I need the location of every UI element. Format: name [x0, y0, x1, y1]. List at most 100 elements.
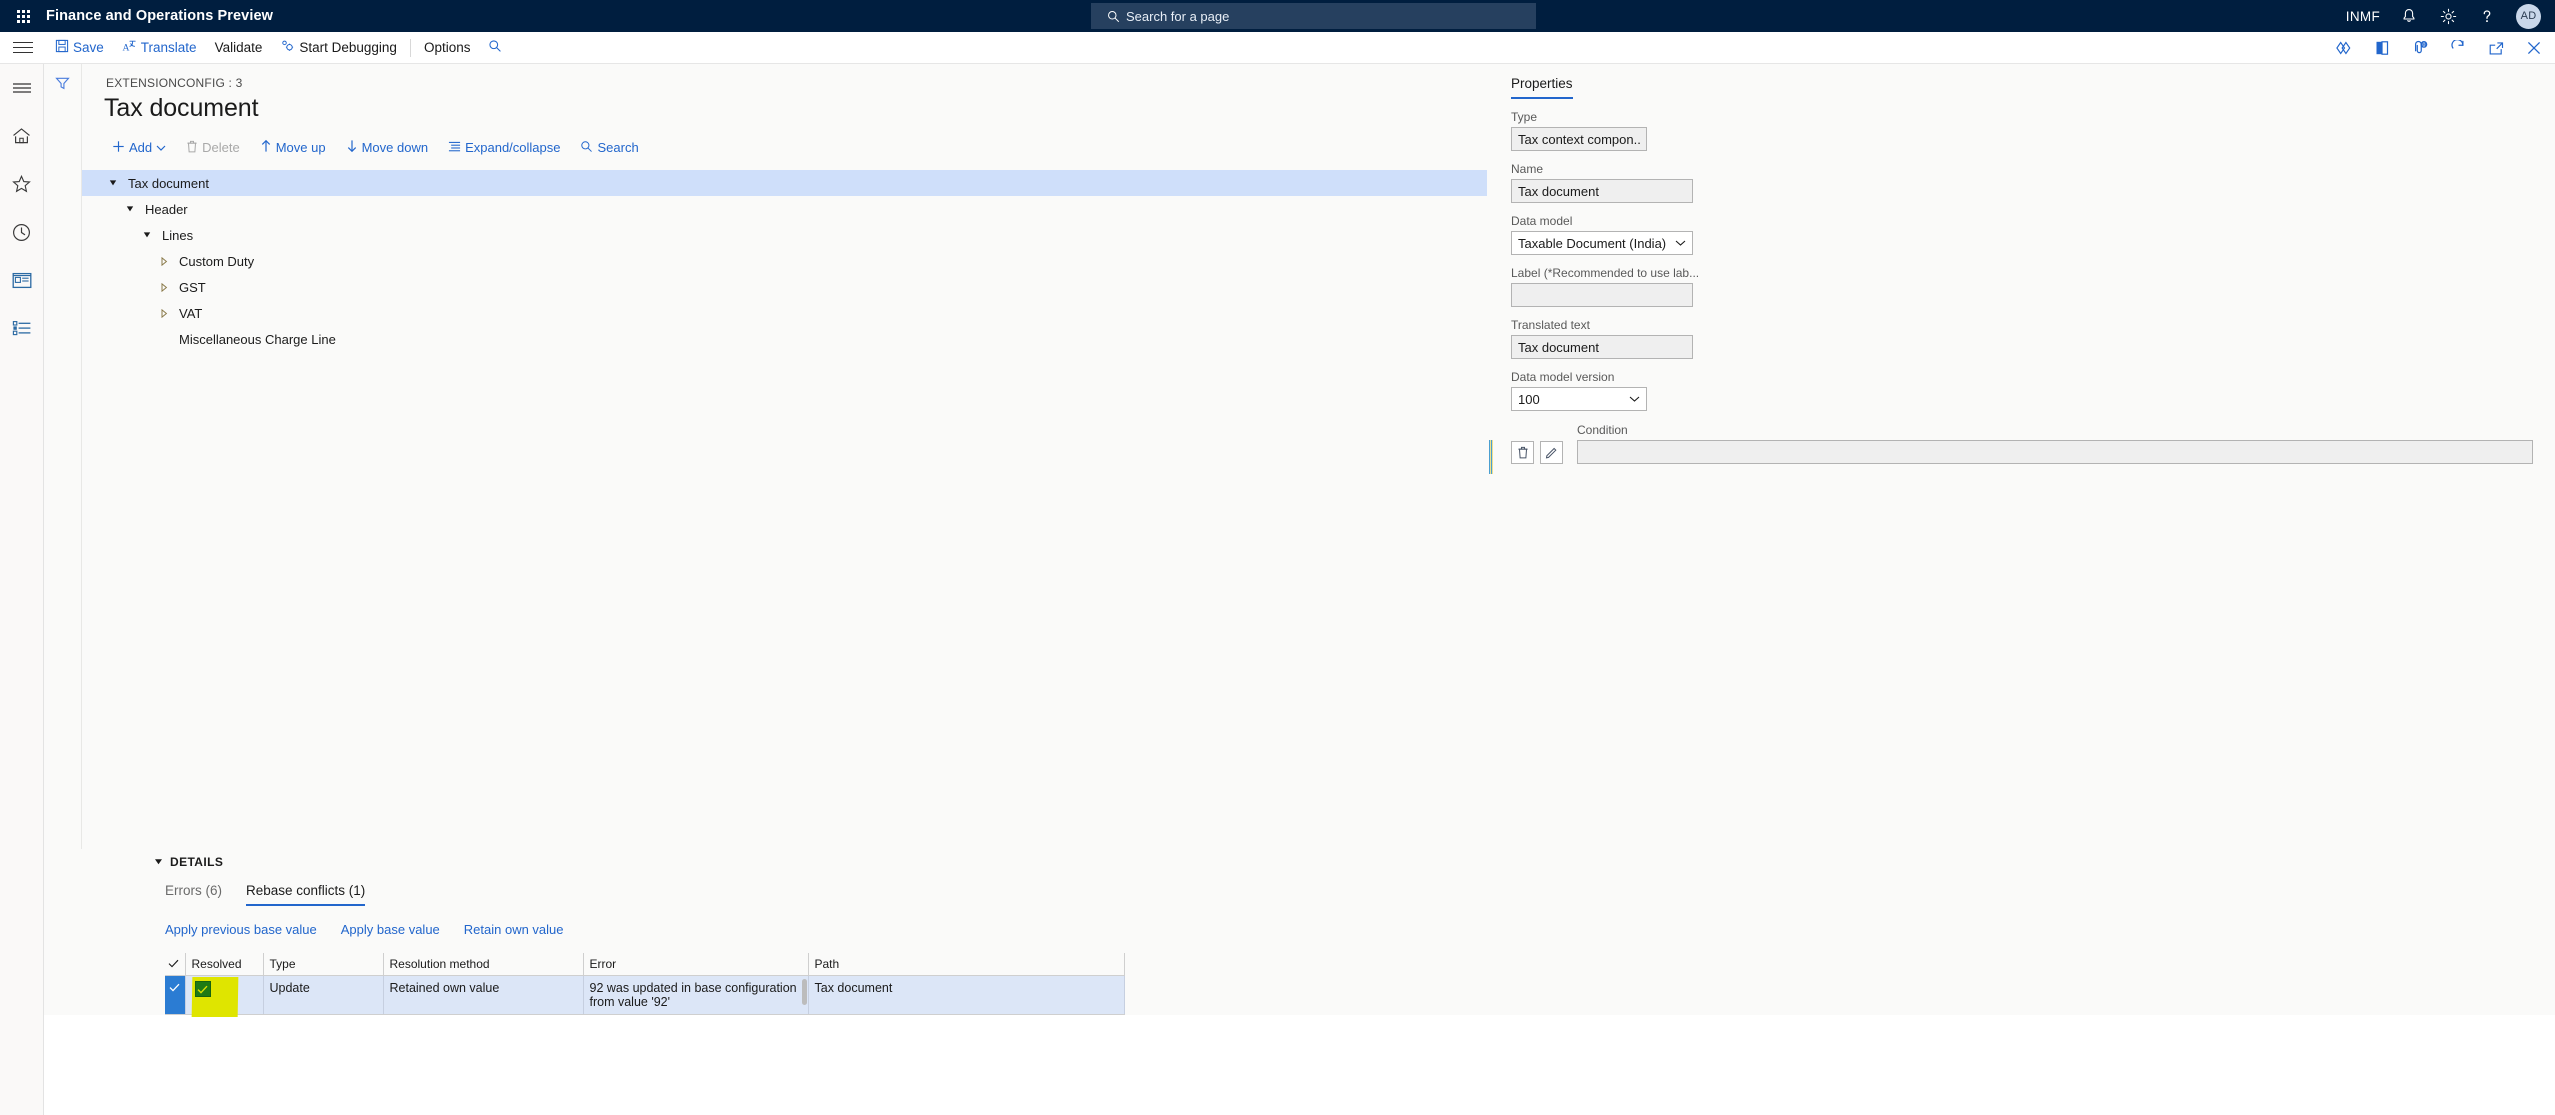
edit-condition-button[interactable]	[1540, 441, 1563, 464]
app-launcher-icon[interactable]	[0, 0, 46, 32]
details-header[interactable]: DETAILS	[44, 853, 2555, 871]
resolved-checkbox[interactable]	[194, 981, 211, 997]
triangle-right-icon[interactable]	[155, 256, 173, 266]
attachments-icon[interactable]: 0	[2409, 37, 2431, 59]
tree-item-label: Lines	[162, 227, 194, 243]
triangle-down-icon	[154, 853, 163, 871]
data-model-version-select[interactable]	[1511, 387, 1647, 411]
column-header-select[interactable]	[165, 953, 186, 976]
details-tab-errors[interactable]: Errors (6)	[165, 883, 222, 904]
trash-icon	[186, 140, 198, 156]
tree-item-gst[interactable]: GST	[82, 274, 1487, 300]
column-header-type[interactable]: Type	[263, 953, 384, 976]
topbar-right-cluster: INMF AD	[2346, 0, 2541, 32]
filter-icon[interactable]	[55, 76, 70, 849]
conflicts-table: Resolved Type Resolution method Error Pa…	[165, 953, 1125, 1017]
avatar[interactable]: AD	[2516, 3, 2541, 29]
command-separator	[409, 38, 411, 57]
tree-item-custom-duty[interactable]: Custom Duty	[82, 248, 1487, 274]
tree-item-miscellaneous-charge-line[interactable]: Miscellaneous Charge Line	[82, 326, 1487, 352]
error-text: 92 was updated in base configuration fro…	[589, 981, 797, 1009]
column-header-resolved[interactable]: Resolved	[185, 953, 264, 976]
gear-icon[interactable]	[2438, 6, 2458, 26]
field-translated-text: Translated text	[1511, 318, 2533, 359]
tree-search-label: Search	[597, 140, 639, 155]
translated-text-input[interactable]	[1511, 335, 1693, 359]
diamond-personalize-icon[interactable]	[2333, 37, 2355, 59]
action-retain-own-value[interactable]: Retain own value	[464, 922, 564, 937]
resolved-cell[interactable]	[185, 975, 264, 1017]
save-button[interactable]: Save	[46, 32, 113, 64]
properties-tabbar: Properties	[1511, 76, 2533, 99]
condition-label: Condition	[1577, 423, 1628, 437]
field-data-model-version: Data model version	[1511, 370, 2533, 411]
label-input[interactable]	[1511, 283, 1693, 307]
tree-item-vat[interactable]: VAT	[82, 300, 1487, 326]
command-search-button[interactable]	[479, 32, 511, 64]
delete-button[interactable]: Delete	[178, 136, 248, 160]
close-icon[interactable]	[2523, 37, 2545, 59]
triangle-down-icon[interactable]	[138, 231, 156, 239]
type-input[interactable]	[1511, 127, 1647, 151]
name-input[interactable]	[1511, 179, 1693, 203]
triangle-down-icon[interactable]	[104, 179, 122, 187]
data-model-select[interactable]	[1511, 231, 1693, 255]
move-down-button[interactable]: Move down	[338, 135, 436, 160]
refresh-icon[interactable]	[2447, 37, 2469, 59]
page-body: EXTENSIONCONFIG : 3 Tax document Add Del…	[0, 64, 2555, 1115]
delete-condition-button[interactable]	[1511, 441, 1534, 464]
cell-scrollbar[interactable]	[801, 979, 807, 1005]
table-header-row: Resolved Type Resolution method Error Pa…	[165, 953, 1125, 976]
properties-pane: Properties Type Name Data model	[1495, 64, 2555, 849]
tab-properties[interactable]: Properties	[1511, 76, 1573, 99]
tree-item-label: Miscellaneous Charge Line	[179, 331, 336, 347]
open-in-office-icon[interactable]	[2371, 37, 2393, 59]
help-question-icon[interactable]	[2477, 6, 2497, 26]
debug-gear-icon	[280, 39, 295, 56]
hamburger-icon[interactable]	[7, 74, 37, 102]
validate-button[interactable]: Validate	[206, 32, 272, 64]
type-label: Type	[1511, 110, 1538, 124]
row-select-marker[interactable]	[165, 975, 186, 1014]
svg-text:A: A	[122, 42, 129, 53]
tree-item-tax-document[interactable]: Tax document	[82, 170, 1487, 196]
field-data-model: Data model	[1511, 214, 2533, 255]
plus-icon	[112, 140, 125, 156]
translate-button[interactable]: A Translate	[113, 32, 206, 64]
column-header-error[interactable]: Error	[583, 953, 809, 976]
home-icon[interactable]	[7, 122, 37, 150]
chevron-down-icon[interactable]	[156, 140, 166, 155]
translate-label: Translate	[140, 40, 197, 55]
tree-item-header[interactable]: Header	[82, 196, 1487, 222]
start-debugging-button[interactable]: Start Debugging	[271, 32, 406, 64]
triangle-down-icon[interactable]	[121, 205, 139, 213]
popout-icon[interactable]	[2485, 37, 2507, 59]
expand-collapse-button[interactable]: Expand/collapse	[440, 136, 568, 160]
tree-item-lines[interactable]: Lines	[82, 222, 1487, 248]
company-indicator[interactable]: INMF	[2346, 9, 2380, 24]
move-up-button[interactable]: Move up	[252, 135, 334, 160]
table-row[interactable]: Update Retained own value 92 was updated i…	[165, 975, 1125, 1017]
column-header-resolution-method[interactable]: Resolution method	[383, 953, 584, 976]
add-button[interactable]: Add	[104, 136, 174, 160]
data-model-label: Data model	[1511, 214, 1573, 228]
notification-bell-icon[interactable]	[2399, 6, 2419, 26]
recent-clock-icon[interactable]	[7, 218, 37, 246]
global-search-input[interactable]: Search for a page	[1091, 3, 1536, 29]
options-button[interactable]: Options	[415, 32, 480, 64]
triangle-right-icon[interactable]	[155, 282, 173, 292]
workspaces-icon[interactable]	[7, 266, 37, 294]
hamburger-icon[interactable]	[0, 32, 46, 64]
action-apply-base-value[interactable]: Apply base value	[341, 922, 440, 937]
tree-search-button[interactable]: Search	[572, 136, 646, 160]
action-apply-previous-base-value[interactable]: Apply previous base value	[165, 922, 317, 937]
filter-column	[44, 64, 82, 849]
modules-list-icon[interactable]	[7, 314, 37, 342]
pane-splitter[interactable]	[1487, 64, 1495, 849]
tree-item-label: VAT	[179, 305, 203, 321]
column-header-path[interactable]: Path	[808, 953, 1125, 976]
triangle-right-icon[interactable]	[155, 308, 173, 318]
condition-input[interactable]	[1577, 440, 2533, 464]
favorites-star-icon[interactable]	[7, 170, 37, 198]
details-tab-rebase-conflicts[interactable]: Rebase conflicts (1)	[246, 883, 366, 906]
